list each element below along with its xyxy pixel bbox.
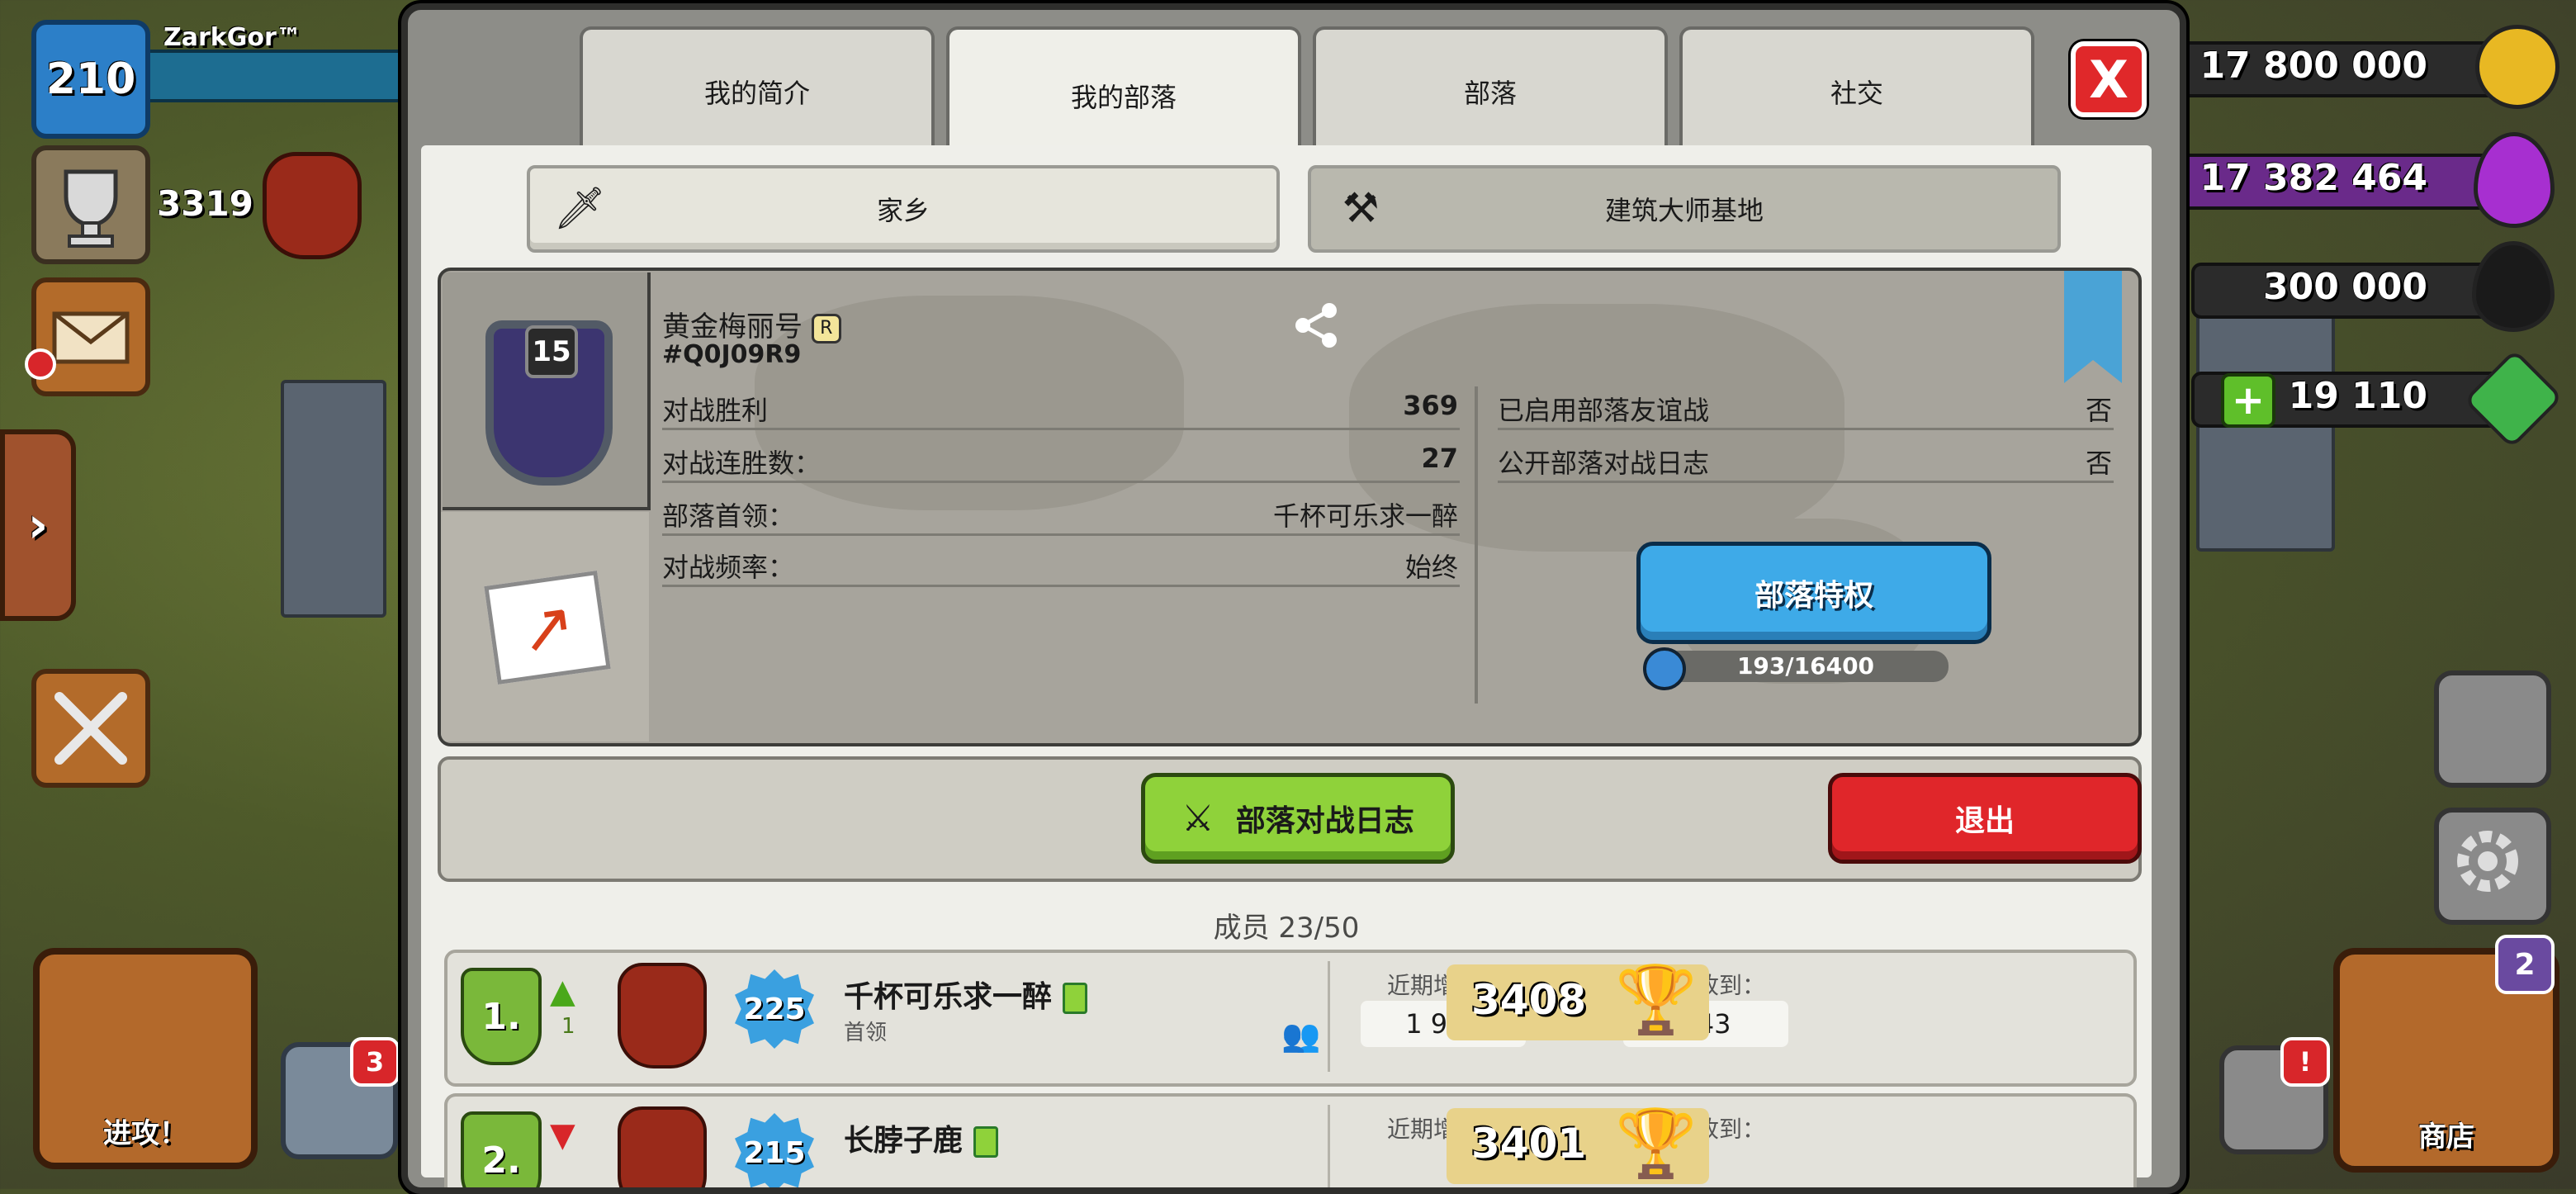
sword-icon: 🗡 — [553, 184, 606, 232]
mail-button[interactable] — [31, 277, 150, 396]
crossed-swords-icon: ⚔ — [1181, 797, 1215, 840]
member-league-icon — [618, 963, 707, 1068]
member-divider — [1328, 1105, 1330, 1187]
member-name-text: 千杯可乐求一醉 — [844, 980, 1053, 1014]
gear-icon — [2457, 831, 2518, 892]
expand-side-arrow[interactable]: › — [0, 429, 76, 621]
trophy-button[interactable] — [31, 145, 150, 264]
rising-chart-icon: ↗ — [484, 570, 611, 685]
subtab-home-village[interactable]: 🗡 家乡 — [527, 165, 1280, 253]
attack-button[interactable]: 进攻！ — [33, 948, 258, 1169]
clan-modal: 我的简介 我的部落 部落 社交 X 🗡 家乡 ⚒ 建筑大师基地 15 ↗ 黄金梅… — [401, 3, 2186, 1194]
friends-icon: 👥 — [1281, 1017, 1321, 1054]
member-name: 千杯可乐求一醉 — [844, 973, 1087, 1016]
rank-down-icon: ▼ — [550, 1116, 575, 1154]
shop-count-badge: 2 — [2495, 935, 2555, 994]
close-button[interactable]: X — [2071, 41, 2147, 117]
trophy-icon: 🏆 — [1615, 1105, 1698, 1182]
member-league-icon — [618, 1106, 707, 1187]
stats-divider — [1475, 386, 1478, 704]
dark-elixir-amount: 300 000 — [2262, 266, 2427, 308]
clan-badge-box: 15 — [443, 272, 651, 510]
mail-icon — [52, 311, 130, 364]
heal-count-badge: 3 — [350, 1037, 400, 1087]
rank-up-icon: ▲ — [550, 973, 575, 1011]
clan-name: 黄金梅丽号 R — [662, 304, 841, 344]
subtab-home-label: 家乡 — [876, 195, 930, 226]
member-exp-level: 225 — [735, 969, 814, 1049]
gem-amount: 19 110 — [2288, 375, 2427, 417]
gold-coin-icon — [2475, 25, 2559, 109]
tab-clans[interactable]: 部落 — [1313, 26, 1668, 154]
clan-ribbon-icon — [2064, 271, 2122, 383]
clan-war-log-button[interactable]: ⚔ 部落对战日志 — [1141, 773, 1455, 864]
clan-verified-icon: R — [811, 313, 841, 344]
clan-level: 15 — [525, 325, 578, 378]
clan-tag: #Q0J09R9 — [662, 340, 802, 369]
trophy-icon — [64, 169, 118, 248]
clan-perks-button[interactable]: 部落特权 — [1636, 542, 1991, 644]
member-note-icon — [1062, 983, 1087, 1014]
member-note-icon — [973, 1126, 998, 1158]
notes-alert-badge: ! — [2280, 1037, 2330, 1087]
player-name: ZarkGor™ — [163, 23, 301, 52]
war-log-label: 部落对战日志 — [1235, 804, 1414, 838]
axes-icon: ⚒ — [1342, 184, 1380, 232]
stat-public-war-log: 公开部落对战日志 否 — [1498, 434, 2114, 483]
village-wall — [281, 380, 386, 618]
leave-clan-button[interactable]: 退出 — [1828, 773, 2142, 864]
stat-friendly-wars: 已启用部落友谊战 否 — [1498, 381, 2114, 430]
player-level-badge[interactable]: 210 — [31, 20, 150, 139]
subtab-builder-base[interactable]: ⚒ 建筑大师基地 — [1308, 165, 2061, 253]
subtab-builder-label: 建筑大师基地 — [1604, 195, 1764, 226]
member-trophies: 3408 🏆 — [1447, 961, 1709, 1040]
edit-layout-button[interactable] — [2434, 670, 2551, 788]
attack-label: 进攻！ — [103, 1117, 187, 1150]
member-divider — [1328, 961, 1330, 1072]
tab-social[interactable]: 社交 — [1679, 26, 2034, 154]
crossed-swords-icon — [54, 692, 127, 765]
member-trophies: 3401 🏆 — [1447, 1105, 1709, 1184]
settings-gear-button[interactable] — [2434, 808, 2551, 925]
member-name: 长脖子鹿 — [844, 1116, 998, 1159]
trophy-count: 3319 — [157, 183, 253, 224]
member-previous-rank: 1 — [561, 1014, 575, 1039]
player-xp-bar — [145, 50, 408, 102]
member-row[interactable]: 1. ▲ 1 225 千杯可乐求一醉 首领 👥 近期增援： 1 911 近期收到… — [444, 950, 2137, 1087]
member-row[interactable]: 2. ▼ 215 长脖子鹿 近期增援： 近期收到： 3401 🏆 — [444, 1093, 2137, 1187]
shop-label: 商店 — [2418, 1121, 2474, 1154]
modal-content: 🗡 家乡 ⚒ 建筑大师基地 15 ↗ 黄金梅丽号 R #Q0J09R9 对战胜利… — [421, 145, 2152, 1187]
member-role: 首领 — [844, 1021, 888, 1045]
battle-log-button[interactable] — [31, 669, 150, 788]
member-name-text: 长脖子鹿 — [844, 1124, 964, 1158]
share-icon[interactable] — [1291, 301, 1341, 361]
stat-win-streak: 对战连胜数： 27 — [662, 434, 1460, 483]
member-rank: 2. — [461, 1111, 542, 1187]
member-exp-level: 215 — [735, 1113, 814, 1187]
clan-stats-chart-box: ↗ — [441, 512, 649, 742]
stat-clan-leader: 部落首领： 千杯可乐求一醉 — [662, 487, 1460, 536]
stat-war-frequency: 对战频率： 始终 — [662, 538, 1460, 587]
close-icon: X — [2089, 49, 2129, 110]
tab-my-clan[interactable]: 我的部落 — [946, 26, 1301, 162]
clan-name-text: 黄金梅丽号 — [662, 310, 803, 344]
gold-amount: 17 800 000 — [2200, 45, 2427, 87]
league-badge-icon[interactable] — [263, 152, 362, 259]
notification-dot — [25, 348, 56, 380]
clan-info-panel: 15 ↗ 黄金梅丽号 R #Q0J09R9 对战胜利 369 对战连胜数： 27… — [438, 268, 2142, 746]
members-count: 成员 23/50 — [1213, 912, 1360, 945]
tab-my-profile[interactable]: 我的简介 — [580, 26, 935, 154]
trophy-icon: 🏆 — [1615, 961, 1698, 1038]
member-rank: 1. — [461, 968, 542, 1065]
stat-war-wins: 对战胜利 369 — [662, 381, 1460, 430]
member-trophy-count: 3401 — [1471, 1120, 1587, 1168]
buy-gems-plus-icon[interactable]: + — [2221, 373, 2275, 428]
elixir-amount: 17 382 464 — [2200, 157, 2427, 199]
clan-xp-text: 193/16400 — [1736, 652, 1875, 680]
clan-action-bar: ⚔ 部落对战日志 退出 — [438, 756, 2142, 882]
member-trophy-count: 3408 — [1471, 976, 1587, 1024]
